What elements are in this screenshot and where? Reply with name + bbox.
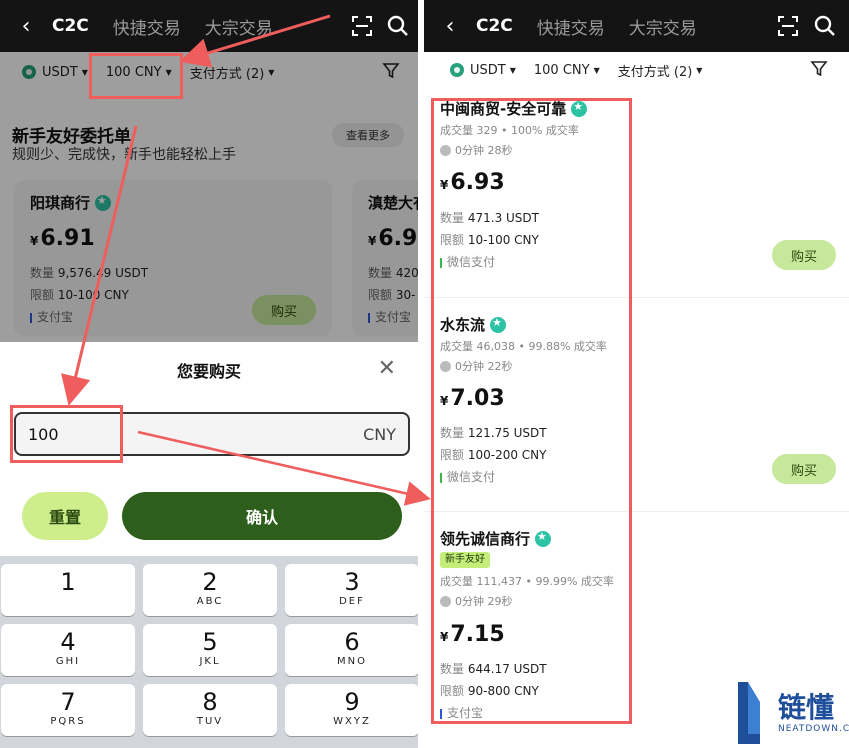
- screenshot-root: ‹ C2C 快捷交易 大宗交易 USDT ▼ 100 CNY ▼ 支付方式 (2) ▼…: [0, 0, 849, 748]
- annotation-arrow: [61, 125, 138, 406]
- watermark-title: 链懂: [778, 691, 835, 724]
- watermark-logo-icon: [738, 682, 760, 744]
- annotation-arrow: [137, 430, 431, 506]
- watermark-logo: 链懂 NEATDOWN.COM: [736, 680, 849, 744]
- watermark-site: NEATDOWN.COM: [778, 724, 849, 734]
- annotation-arrows: [61, 14, 431, 506]
- annotation-arrow: [179, 14, 331, 68]
